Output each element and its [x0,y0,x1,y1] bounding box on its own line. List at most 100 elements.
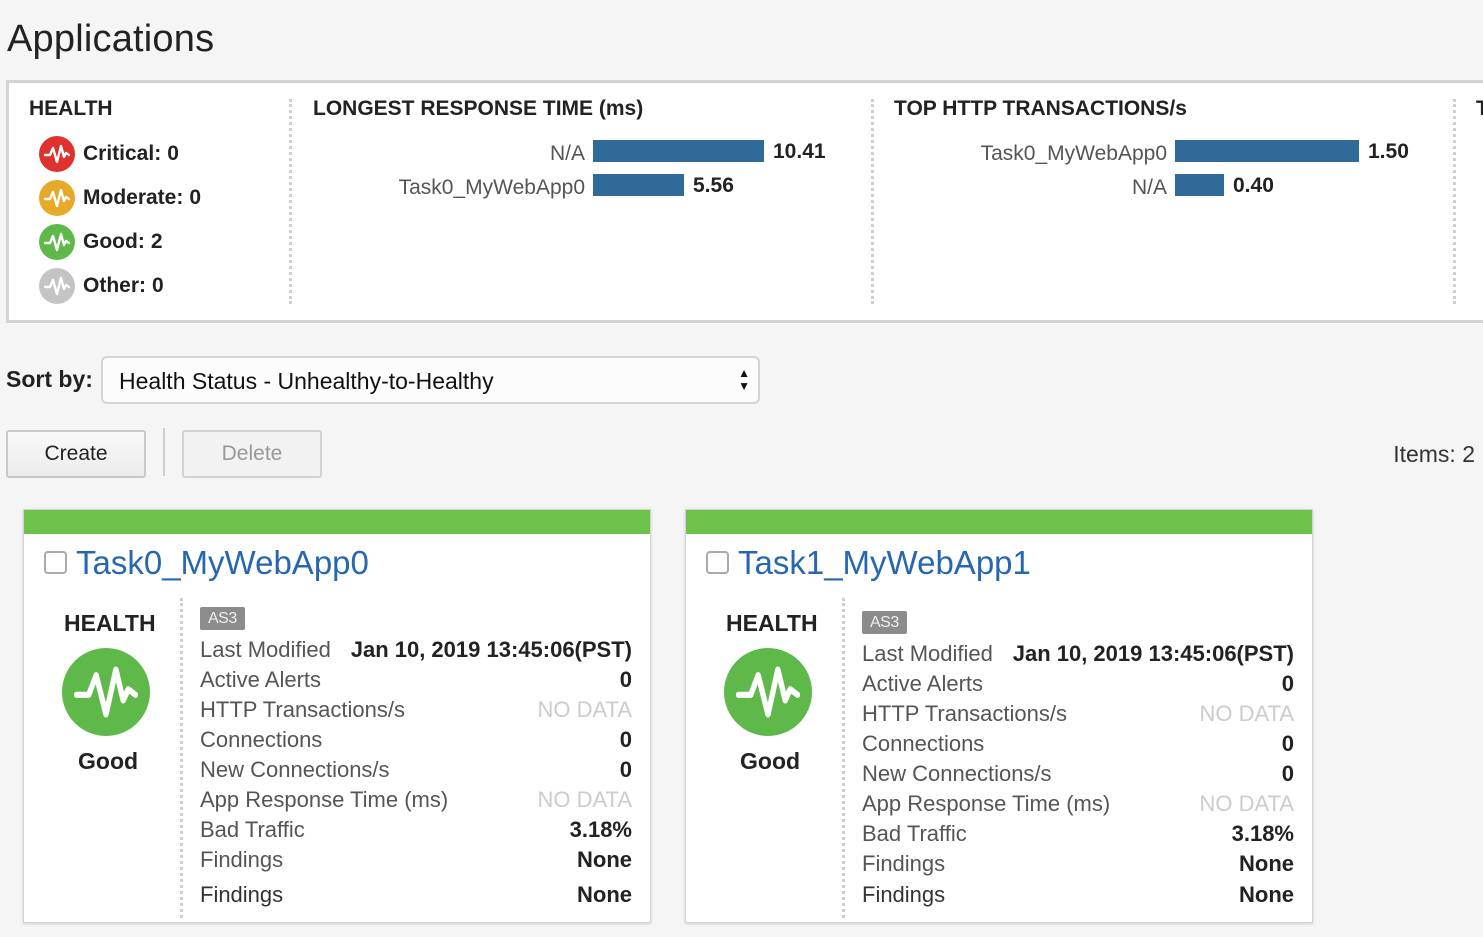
metric-row: Findings None [862,882,1294,910]
sort-select[interactable]: Health Status - Unhealthy-to-Healthy ▲ ▼ [101,356,760,404]
metric-value: NO DATA [1199,791,1294,816]
metric-label: New Connections/s [200,757,390,782]
metric-row: Findings None [200,882,632,910]
good-pulse-icon [39,224,75,260]
bar-value: 5.56 [693,174,734,197]
metric-value: None [1239,882,1294,907]
health-summary-row[interactable]: Critical: 0 [39,136,179,172]
summary-divider [1453,99,1456,304]
bar [593,140,764,162]
metric-row: App Response Time (ms) NO DATA [200,787,632,815]
http-transactions-title: TOP HTTP TRANSACTIONS/s [894,97,1187,120]
application-name-link[interactable]: Task0_MyWebApp0 [76,544,369,582]
metric-label: Last Modified [200,637,331,662]
health-status: Good [740,748,801,774]
metric-label: App Response Time (ms) [862,791,1111,816]
metric-value: 0 [619,667,632,692]
summary-panel: HEALTH Critical: 0 Moderate: 0 Good: 2 Other: 0… [6,80,1483,323]
metric-value: None [577,847,632,872]
bar [1175,174,1224,196]
select-checkbox[interactable] [706,551,729,574]
metric-row: Bad Traffic 3.18% [862,821,1294,849]
metric-value: Jan 10, 2019 13:45:06(PST) [1012,641,1294,666]
metric-value: None [1239,851,1294,876]
bar-label: N/A [1131,176,1167,199]
health-summary-label: Other: [83,274,146,297]
critical-pulse-icon [39,136,75,172]
metric-label: Findings [200,847,284,872]
health-title: HEALTH [726,610,818,636]
bar-value: 0.40 [1233,174,1274,197]
select-arrows-icon: ▲ ▼ [738,366,750,393]
bar-chart-row[interactable]: Task0_MyWebApp0 5.56 [292,174,872,199]
metric-label: Findings [862,882,946,907]
health-summary-title: HEALTH [29,97,113,120]
health-summary-count: 0 [167,142,179,165]
delete-button[interactable]: Delete [182,430,322,478]
create-button[interactable]: Create [6,430,146,478]
metric-label: Findings [200,882,284,907]
health-status-bar [24,510,650,534]
health-summary-count: 0 [152,274,164,297]
health-title: HEALTH [64,610,156,636]
metric-row: Connections 0 [862,731,1294,759]
metric-label: HTTP Transactions/s [200,697,405,722]
application-card[interactable]: Task1_MyWebApp1 HEALTH Good AS3 Last Modifie… [685,509,1313,923]
health-summary-count: 0 [189,186,202,209]
card-divider [180,598,183,918]
health-summary-label: Moderate: [83,186,184,209]
metric-value: None [577,882,632,907]
bar-value: 1.50 [1368,140,1409,163]
bar-label: Task0_MyWebApp0 [980,142,1167,165]
metric-value: Jan 10, 2019 13:45:06(PST) [350,637,632,662]
metric-row: Last Modified Jan 10, 2019 13:45:06(PST) [200,637,632,665]
good-pulse-icon [62,648,150,736]
metric-label: Findings [862,851,946,876]
metric-row: HTTP Transactions/s NO DATA [862,701,1294,729]
sort-label: Sort by: [6,366,93,392]
metric-row: Bad Traffic 3.18% [200,817,632,845]
health-summary-count: 2 [150,230,163,253]
health-summary-label: Good: [83,230,145,253]
metric-value: NO DATA [537,787,632,812]
health-summary-row[interactable]: Moderate: 0 [39,180,201,216]
as3-badge: AS3 [200,607,245,630]
metric-row: Last Modified Jan 10, 2019 13:45:06(PST) [862,641,1294,669]
metric-value: 0 [1281,671,1294,696]
bar-chart-row[interactable]: N/A 10.41 [292,140,872,165]
moderate-pulse-icon [39,180,75,216]
metric-value: 3.18% [569,817,632,842]
metric-value: NO DATA [1199,701,1294,726]
health-summary-row[interactable]: Other: 0 [39,268,164,304]
bar-label: Task0_MyWebApp0 [398,176,585,199]
metric-label: Connections [862,731,985,756]
bar-label: N/A [549,142,585,165]
metric-label: Connections [200,727,323,752]
bar-value: 10.41 [773,140,826,163]
metric-value: 0 [619,727,632,752]
metric-label: Bad Traffic [862,821,967,846]
metric-row: New Connections/s 0 [200,757,632,785]
metric-row: Active Alerts 0 [200,667,632,695]
bar [593,174,684,196]
bar-chart-row[interactable]: Task0_MyWebApp0 1.50 [874,140,1454,165]
metric-value: 3.18% [1231,821,1294,846]
metric-row: HTTP Transactions/s NO DATA [200,697,632,725]
response-time-summary: LONGEST RESPONSE TIME (ms) N/A 10.41 Task0… [292,83,872,320]
metric-label: HTTP Transactions/s [862,701,1067,726]
metric-value: 0 [619,757,632,782]
metric-row: New Connections/s 0 [862,761,1294,789]
select-checkbox[interactable] [44,551,67,574]
bar-chart-row[interactable]: N/A 0.40 [874,174,1454,199]
metric-label: Active Alerts [200,667,322,692]
metric-value: 0 [1281,761,1294,786]
health-summary: HEALTH Critical: 0 Moderate: 0 Good: 2 Other: 0 [9,83,289,320]
metric-label: Bad Traffic [200,817,305,842]
http-transactions-summary: TOP HTTP TRANSACTIONS/s Task0_MyWebApp0 1… [874,83,1454,320]
other-pulse-icon [39,268,75,304]
metric-label: App Response Time (ms) [200,787,449,812]
application-card[interactable]: Task0_MyWebApp0 HEALTH Good AS3 Last Modifie… [23,509,651,923]
sort-select-value: Health Status - Unhealthy-to-Healthy [119,368,494,394]
application-name-link[interactable]: Task1_MyWebApp1 [738,544,1031,582]
health-summary-row[interactable]: Good: 2 [39,224,163,260]
